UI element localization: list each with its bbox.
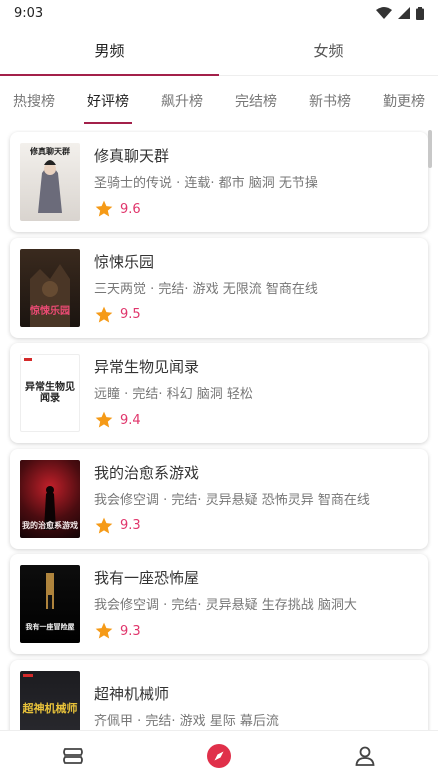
book-score: 9.6 <box>120 201 141 217</box>
book-title: 惊悚乐园 <box>94 252 155 271</box>
cover-title: 我的治愈系游戏 <box>22 519 78 530</box>
book-meta: 三天两觉 · 完结· 游戏 无限流 智商在线 <box>94 281 318 297</box>
rank-tabs: 热搜榜 好评榜 飙升榜 完结榜 新书榜 勤更榜 <box>0 76 438 126</box>
tab-top-rated-label: 好评榜 <box>87 94 129 110</box>
book-list[interactable]: 修真聊天群 修真聊天群 圣骑士的传说 · 连载· 都市 脑洞 无节操 9.6 惊… <box>0 130 438 730</box>
tab-frequent-updates-label: 勤更榜 <box>383 94 425 110</box>
book-rating: 9.3 <box>94 516 418 536</box>
wifi-icon <box>376 7 392 19</box>
book-meta: 我会修空调 · 完结· 灵异悬疑 恐怖灵异 智商在线 <box>94 492 370 508</box>
tab-new-books[interactable]: 新书榜 <box>302 76 358 126</box>
gender-tabs: 男频 女频 <box>0 26 438 76</box>
tab-male[interactable]: 男频 <box>0 26 219 76</box>
status-time: 9:03 <box>14 5 44 21</box>
book-title: 超神机械师 <box>94 684 170 703</box>
bookshelf-icon <box>63 747 83 764</box>
star-icon <box>95 622 113 639</box>
book-cover: 我有一座冒险屋 <box>20 565 80 643</box>
book-score: 9.5 <box>120 307 141 322</box>
cover-title: 修真聊天群 <box>30 146 70 156</box>
cover-logo <box>23 673 33 677</box>
tab-rising[interactable]: 飙升榜 <box>154 76 210 126</box>
bottom-nav <box>0 730 438 780</box>
book-cover: 修真聊天群 <box>20 143 80 221</box>
book-card[interactable]: 修真聊天群 修真聊天群 圣骑士的传说 · 连载· 都市 脑洞 无节操 9.6 <box>10 132 428 232</box>
cover-title: 超神机械师 <box>22 702 78 716</box>
book-rating: 9.6 <box>94 199 418 219</box>
book-title: 我有一座恐怖屋 <box>94 569 200 587</box>
nav-profile[interactable] <box>345 736 385 776</box>
tab-female-label: 女频 <box>313 42 344 60</box>
book-card[interactable]: 异常生物见闻录 异常生物见闻录 远瞳 · 完结· 科幻 脑洞 轻松 9.4 <box>10 343 428 443</box>
book-rating: 9.5 <box>94 305 418 325</box>
tab-frequent-updates[interactable]: 勤更榜 <box>376 76 432 126</box>
tab-hot-search[interactable]: 热搜榜 <box>6 76 62 126</box>
tab-new-books-label: 新书榜 <box>309 94 351 110</box>
book-meta: 齐佩甲 · 完结· 游戏 星际 幕后流 <box>94 713 279 729</box>
book-title: 修真聊天群 <box>94 147 170 165</box>
book-meta: 远瞳 · 完结· 科幻 脑洞 轻松 <box>94 387 253 402</box>
battery-icon <box>416 6 424 20</box>
book-rating: 9.3 <box>94 621 418 641</box>
nav-bookshelf[interactable] <box>53 736 93 776</box>
star-icon <box>95 517 113 533</box>
star-icon <box>95 411 113 428</box>
status-icons <box>376 6 424 20</box>
star-icon <box>95 200 113 217</box>
book-card[interactable]: 惊悚乐园 惊悚乐园 三天两觉 · 完结· 游戏 无限流 智商在线 9.5 <box>10 237 428 338</box>
cover-logo <box>24 358 32 361</box>
nav-discover[interactable] <box>199 736 239 776</box>
tab-hot-search-label: 热搜榜 <box>13 94 55 110</box>
book-score: 9.3 <box>120 518 141 533</box>
book-title: 异常生物见闻录 <box>94 358 200 376</box>
book-card[interactable]: 超神机械师 超神机械师 齐佩甲 · 完结· 游戏 星际 幕后流 <box>10 659 428 730</box>
book-cover: 异常生物见闻录 <box>20 354 80 432</box>
book-card[interactable]: 我的治愈系游戏 我的治愈系游戏 我会修空调 · 完结· 灵异悬疑 恐怖灵异 智商… <box>10 448 428 549</box>
book-score: 9.3 <box>120 623 141 639</box>
profile-icon <box>355 746 375 766</box>
cover-title: 我有一座冒险屋 <box>25 622 75 632</box>
book-cover: 超神机械师 <box>20 670 80 730</box>
book-meta: 我会修空调 · 完结· 灵异悬疑 生存挑战 脑洞大 <box>94 598 357 613</box>
tab-female[interactable]: 女频 <box>219 26 438 75</box>
status-bar: 9:03 <box>0 0 438 26</box>
tab-top-rated[interactable]: 好评榜 <box>80 76 136 126</box>
cover-title: 惊悚乐园 <box>30 305 70 317</box>
cover-art <box>46 573 54 609</box>
book-cover: 我的治愈系游戏 <box>20 459 80 538</box>
book-cover: 惊悚乐园 <box>20 248 80 327</box>
tab-completed-label: 完结榜 <box>235 94 277 110</box>
cover-title: 异常生物见闻录 <box>25 382 75 404</box>
star-icon <box>95 306 113 322</box>
discover-compass-icon <box>207 743 231 768</box>
book-card[interactable]: 我有一座冒险屋 我有一座恐怖屋 我会修空调 · 完结· 灵异悬疑 生存挑战 脑洞… <box>10 554 428 654</box>
tab-rising-label: 飙升榜 <box>161 94 203 110</box>
tab-completed[interactable]: 完结榜 <box>228 76 284 126</box>
signal-icon <box>398 7 410 19</box>
book-rating: 9.4 <box>94 410 418 430</box>
scrollbar[interactable] <box>428 130 432 168</box>
tab-male-label: 男频 <box>94 42 125 60</box>
book-title: 我的治愈系游戏 <box>94 463 200 482</box>
book-meta: 圣骑士的传说 · 连载· 都市 脑洞 无节操 <box>94 176 318 191</box>
book-score: 9.4 <box>120 412 141 428</box>
